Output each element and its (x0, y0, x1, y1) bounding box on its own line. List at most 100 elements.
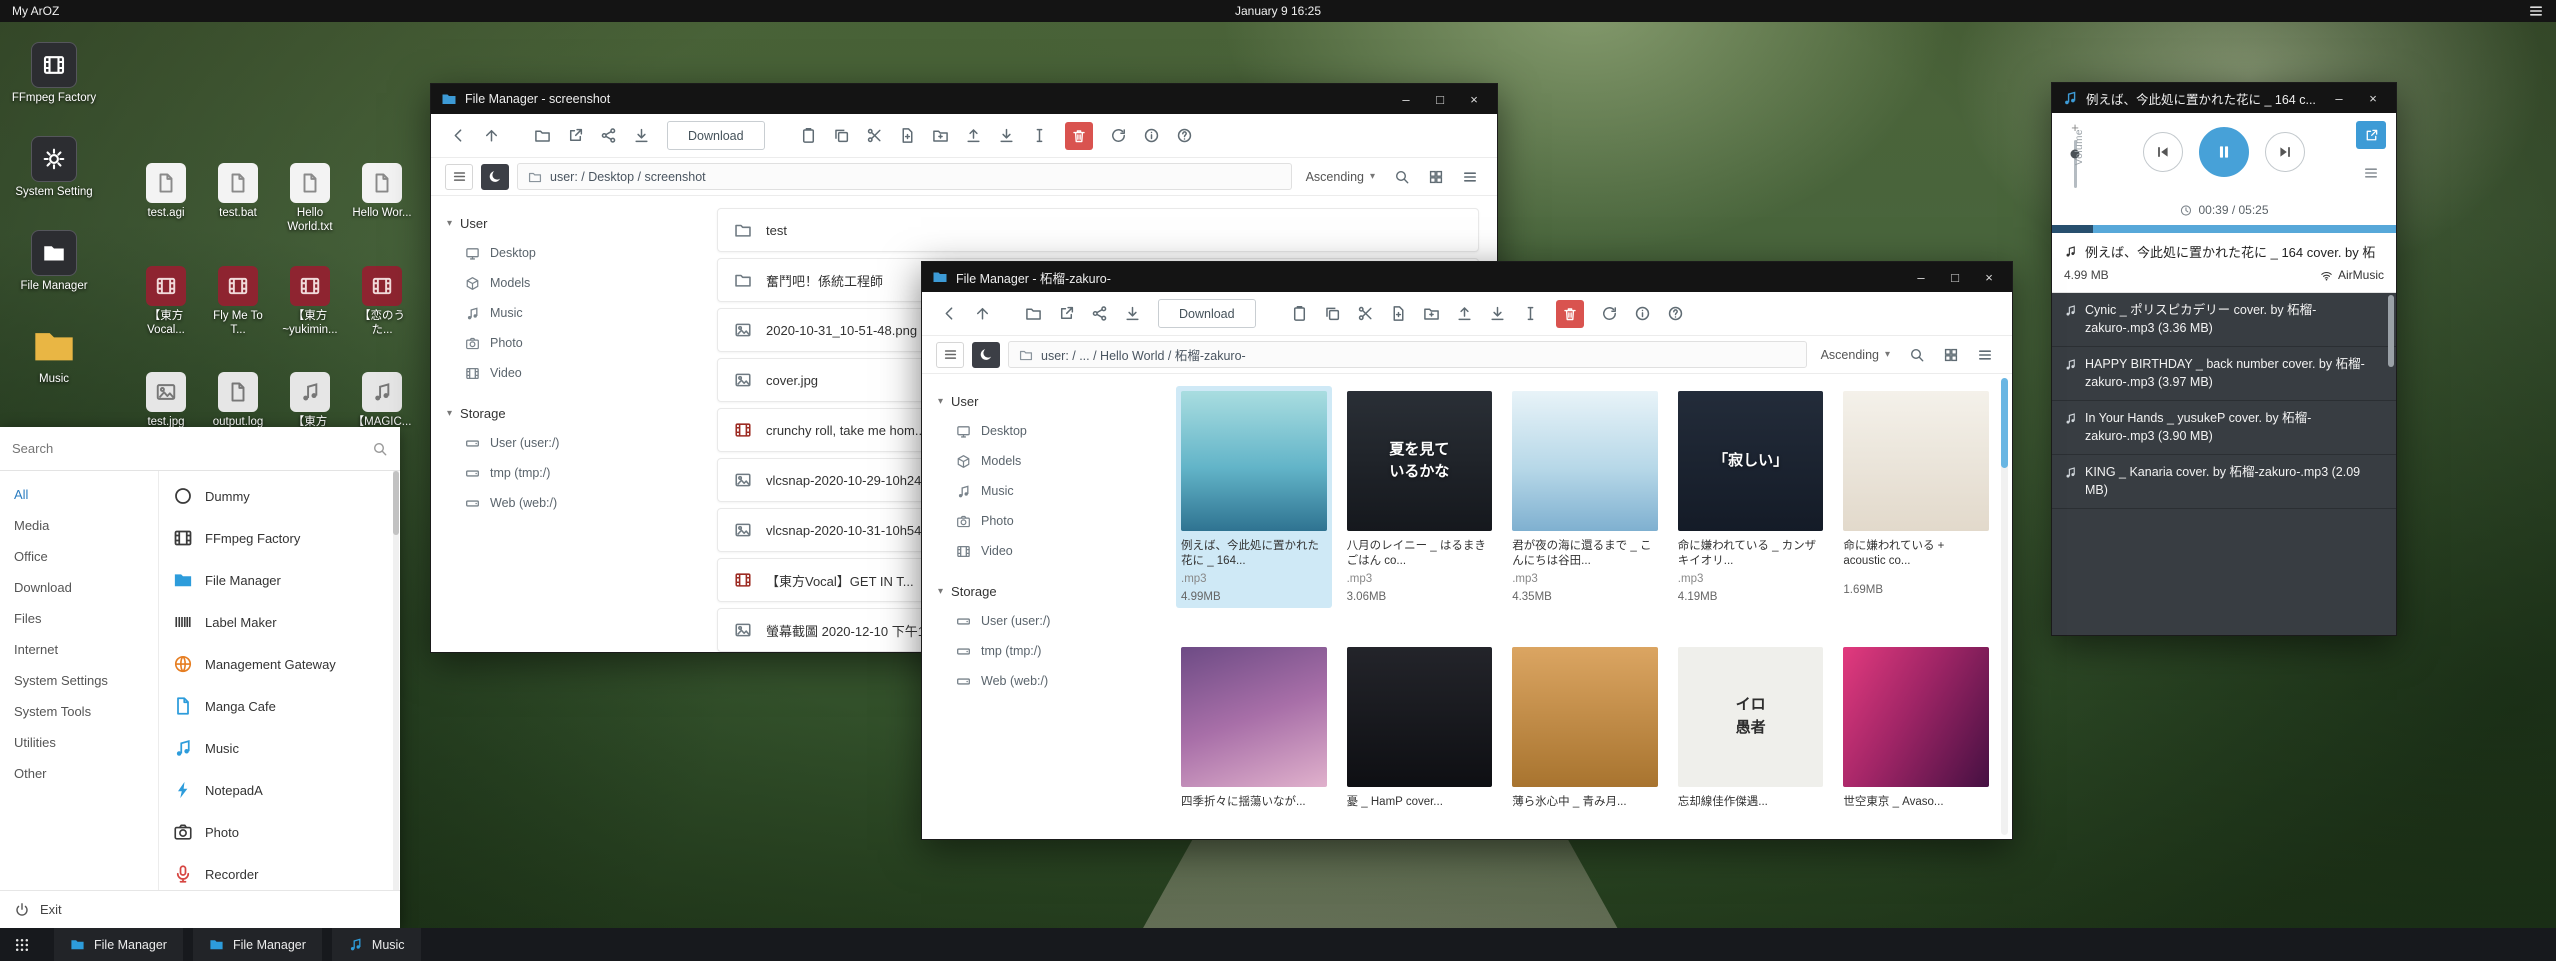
sidebar-section-storage[interactable]: ▾Storage (431, 398, 699, 428)
file-tile[interactable]: 薄ら氷心中 _ 青み月... (1507, 642, 1663, 815)
desktop-file-icon[interactable]: test.agi (133, 163, 199, 235)
sidebar-item[interactable]: Desktop (431, 238, 699, 268)
new-file-button[interactable] (1385, 300, 1412, 327)
desktop-file-icon[interactable]: Hello World.txt (277, 163, 343, 235)
app-item[interactable]: Dummy (159, 475, 400, 517)
minimize-button[interactable]: – (2326, 91, 2352, 106)
sidebar-item[interactable]: Web (web:/) (431, 488, 699, 518)
copy-button[interactable] (828, 122, 855, 149)
breadcrumb[interactable]: user: / ... / Hello World / 柘榴-zakuro- (1008, 341, 1807, 368)
taskbar-task[interactable]: File Manager (54, 928, 183, 961)
sidebar-item[interactable]: Video (431, 358, 699, 388)
help-button[interactable] (1171, 122, 1198, 149)
exit-button[interactable]: Exit (0, 890, 400, 928)
delete-button[interactable] (1065, 122, 1093, 150)
sidebar-item[interactable]: Music (431, 298, 699, 328)
file-tile[interactable]: 君が夜の海に還るまで _ こんにちは谷田... .mp3 4.35MB (1507, 386, 1663, 608)
list-toggle-button[interactable] (936, 342, 964, 368)
download-button[interactable]: Download (667, 121, 765, 150)
category-item[interactable]: Files (0, 603, 158, 634)
scrollbar[interactable] (393, 471, 399, 890)
previous-button[interactable] (2143, 132, 2183, 172)
category-item[interactable]: Utilities (0, 727, 158, 758)
category-item[interactable]: All (0, 479, 158, 510)
back-button[interactable] (936, 300, 963, 327)
progress-bar[interactable] (2052, 225, 2396, 233)
sidebar-item[interactable]: User (user:/) (431, 428, 699, 458)
sidebar-section-user[interactable]: ▾User (431, 208, 699, 238)
app-item[interactable]: Photo (159, 811, 400, 853)
help-button[interactable] (1662, 300, 1689, 327)
download-icon-button[interactable] (1119, 300, 1146, 327)
rename-button[interactable] (1026, 122, 1053, 149)
playlist-item[interactable]: KING _ Kanaria cover. by 柘榴-zakuro-.mp3 … (2052, 455, 2396, 509)
cut-button[interactable] (861, 122, 888, 149)
up-button[interactable] (969, 300, 996, 327)
grid-view-button[interactable] (1938, 342, 1964, 368)
list-view-button[interactable] (1457, 164, 1483, 190)
app-item[interactable]: Label Maker (159, 601, 400, 643)
new-file-button[interactable] (894, 122, 921, 149)
app-item[interactable]: Recorder (159, 853, 400, 890)
search-button[interactable] (1389, 164, 1415, 190)
sidebar-item[interactable]: Music (922, 476, 1170, 506)
sort-dropdown[interactable]: Ascending▾ (1821, 348, 1890, 362)
sidebar-item[interactable]: Web (web:/) (922, 666, 1170, 696)
close-button[interactable]: × (2360, 91, 2386, 106)
close-button[interactable]: × (1976, 270, 2002, 285)
grid-view-button[interactable] (1423, 164, 1449, 190)
file-row[interactable]: test (717, 208, 1479, 252)
category-item[interactable]: System Tools (0, 696, 158, 727)
scrollbar-thumb[interactable] (393, 471, 399, 535)
scrollbar-thumb[interactable] (2001, 378, 2008, 468)
share-button[interactable] (1086, 300, 1113, 327)
import-button[interactable] (1484, 300, 1511, 327)
dark-mode-button[interactable] (972, 342, 1000, 368)
refresh-button[interactable] (1596, 300, 1623, 327)
category-item[interactable]: System Settings (0, 665, 158, 696)
menu-icon[interactable] (2528, 3, 2544, 19)
desktop-file-icon[interactable]: 【東方Vocal... (133, 266, 199, 338)
app-item[interactable]: FFmpeg Factory (159, 517, 400, 559)
up-button[interactable] (478, 122, 505, 149)
playlist-item[interactable]: Cynic _ ポリスピカデリー cover. by 柘榴-zakuro-.mp… (2052, 293, 2396, 347)
info-button[interactable] (1138, 122, 1165, 149)
file-tile[interactable]: 「寂しい」 命に嫌われている _ カンザキイオリ... .mp3 4.19MB (1673, 386, 1829, 608)
desktop-icon[interactable]: Music (8, 323, 100, 387)
cast-button[interactable] (2356, 121, 2386, 149)
desktop-file-icon[interactable]: Hello Wor... (349, 163, 415, 235)
rename-button[interactable] (1517, 300, 1544, 327)
sidebar-item[interactable]: User (user:/) (922, 606, 1170, 636)
taskbar-task[interactable]: File Manager (193, 928, 322, 961)
sidebar-item[interactable]: Photo (431, 328, 699, 358)
app-launcher-button[interactable] (0, 928, 44, 961)
close-button[interactable]: × (1461, 92, 1487, 107)
open-external-button[interactable] (1053, 300, 1080, 327)
desktop-file-icon[interactable]: 【東方~yukimin... (277, 266, 343, 338)
titlebar[interactable]: File Manager - screenshot – □ × (431, 84, 1497, 114)
next-button[interactable] (2265, 132, 2305, 172)
file-tile[interactable]: イロ 愚者 忘却線佳作傑遇... (1673, 642, 1829, 815)
sidebar-item[interactable]: tmp (tmp:/) (431, 458, 699, 488)
app-item[interactable]: File Manager (159, 559, 400, 601)
search-button[interactable] (1904, 342, 1930, 368)
upload-button[interactable] (1451, 300, 1478, 327)
category-item[interactable]: Internet (0, 634, 158, 665)
refresh-button[interactable] (1105, 122, 1132, 149)
pause-button[interactable] (2199, 127, 2249, 177)
file-tile[interactable]: 憂 _ HamP cover... (1342, 642, 1498, 815)
upload-button[interactable] (960, 122, 987, 149)
scrollbar-thumb[interactable] (2388, 295, 2394, 367)
app-item[interactable]: Manga Cafe (159, 685, 400, 727)
airmusic-badge[interactable]: AirMusic (2320, 268, 2384, 282)
new-folder-button[interactable] (1418, 300, 1445, 327)
open-button[interactable] (1020, 300, 1047, 327)
maximize-button[interactable]: □ (1427, 92, 1453, 107)
new-folder-button[interactable] (927, 122, 954, 149)
titlebar[interactable]: File Manager - 柘榴-zakuro- – □ × (922, 262, 2012, 292)
download-button[interactable]: Download (1158, 299, 1256, 328)
minimize-button[interactable]: – (1908, 270, 1934, 285)
desktop-file-icon[interactable]: test.bat (205, 163, 271, 235)
back-button[interactable] (445, 122, 472, 149)
file-tile[interactable]: 世空東京 _ Avaso... (1838, 642, 1994, 815)
